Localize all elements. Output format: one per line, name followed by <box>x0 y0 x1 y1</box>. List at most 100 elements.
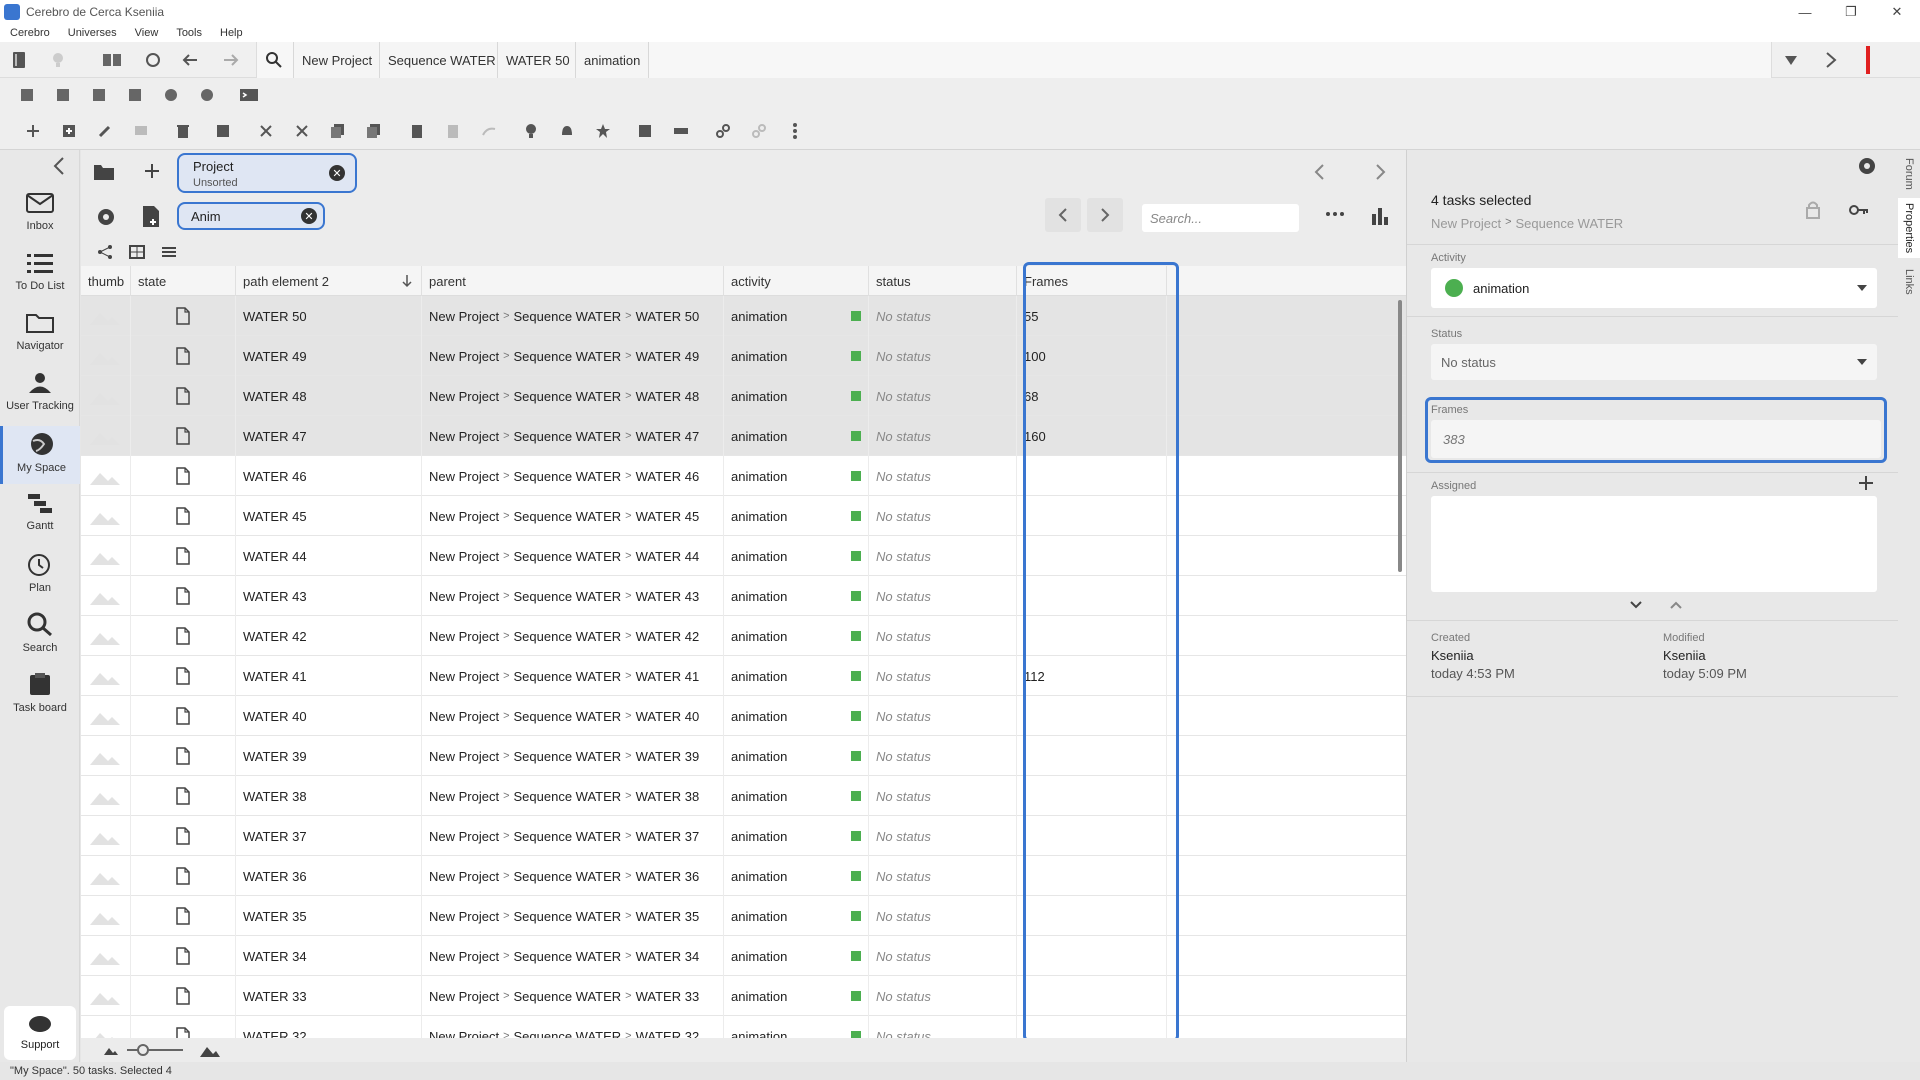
parent-sequence[interactable]: Sequence WATER <box>514 509 622 524</box>
parent-shot[interactable]: WATER 50 <box>636 309 700 324</box>
name-cell[interactable]: WATER 50 <box>236 296 422 336</box>
copy-icon[interactable] <box>325 118 351 144</box>
small-thumb-icon[interactable] <box>103 1044 119 1056</box>
table-row[interactable]: WATER 44 New Project > Sequence WATER > WATER… <box>81 536 1406 576</box>
table-row[interactable]: WATER 41 New Project > Sequence WATER > WATER… <box>81 656 1406 696</box>
frames-cell[interactable] <box>1017 456 1167 496</box>
more-vertical-icon[interactable] <box>782 118 808 144</box>
col-state[interactable]: state <box>131 266 236 296</box>
state-cell[interactable] <box>131 656 236 696</box>
next-page-icon[interactable] <box>1373 162 1387 182</box>
nav-plan[interactable]: Plan <box>0 546 80 604</box>
status-cell[interactable]: No status <box>869 496 1017 536</box>
activity-cell[interactable]: animation <box>724 296 869 336</box>
state-cell[interactable] <box>131 576 236 616</box>
table-row[interactable]: WATER 46 New Project > Sequence WATER > WATER… <box>81 456 1406 496</box>
parent-cell[interactable]: New Project > Sequence WATER > WATER 48 <box>422 376 724 416</box>
unlink-icon[interactable] <box>746 118 772 144</box>
idea-icon[interactable] <box>518 118 544 144</box>
star-icon[interactable] <box>590 118 616 144</box>
lightbulb-icon[interactable] <box>45 47 71 73</box>
menu-tools[interactable]: Tools <box>166 27 210 39</box>
parent-sequence[interactable]: Sequence WATER <box>514 1029 622 1039</box>
status-cell[interactable]: No status <box>869 976 1017 1016</box>
breadcrumb-project[interactable]: New Project <box>293 42 381 78</box>
frames-cell[interactable]: 68 <box>1017 376 1167 416</box>
frames-cell[interactable] <box>1017 936 1167 976</box>
parent-cell[interactable]: New Project > Sequence WATER > WATER 43 <box>422 576 724 616</box>
state-cell[interactable] <box>131 456 236 496</box>
back-arrow-icon[interactable] <box>177 47 203 73</box>
duplicate-icon[interactable] <box>632 118 658 144</box>
frames-cell[interactable] <box>1017 856 1167 896</box>
project-filter-chip[interactable]: Project Unsorted ✕ <box>177 153 357 193</box>
parent-project[interactable]: New Project <box>429 869 499 884</box>
add-icon[interactable] <box>20 118 46 144</box>
task-flag-icon[interactable] <box>86 82 112 108</box>
parent-project[interactable]: New Project <box>429 509 499 524</box>
nav-search[interactable]: Search <box>0 606 80 664</box>
frames-cell[interactable]: 100 <box>1017 336 1167 376</box>
database-icon[interactable] <box>210 118 236 144</box>
name-cell[interactable]: WATER 47 <box>236 416 422 456</box>
parent-sequence[interactable]: Sequence WATER <box>514 629 622 644</box>
parent-sequence[interactable]: Sequence WATER <box>514 749 622 764</box>
status-cell[interactable]: No status <box>869 456 1017 496</box>
parent-shot[interactable]: WATER 34 <box>636 949 700 964</box>
collapse-nav-icon[interactable] <box>52 156 66 176</box>
state-cell[interactable] <box>131 616 236 656</box>
cut-icon[interactable] <box>253 118 279 144</box>
support-button[interactable]: Support <box>4 1006 76 1060</box>
table-scrollbar[interactable] <box>1398 300 1402 572</box>
nav-todo[interactable]: To Do List <box>0 246 80 304</box>
breadcrumb-sequence[interactable]: Sequence WATER <box>379 42 504 78</box>
parent-project[interactable]: New Project <box>429 669 499 684</box>
add-filter-icon[interactable] <box>143 162 161 180</box>
parent-shot[interactable]: WATER 39 <box>636 749 700 764</box>
panel-settings-icon[interactable] <box>1857 156 1877 176</box>
next-button[interactable] <box>1087 198 1123 232</box>
parent-project[interactable]: New Project <box>429 389 499 404</box>
key-icon[interactable] <box>1849 204 1869 216</box>
parent-cell[interactable]: New Project > Sequence WATER > WATER 36 <box>422 856 724 896</box>
nav-inbox[interactable]: Inbox <box>0 186 80 244</box>
parent-sequence[interactable]: Sequence WATER <box>514 469 622 484</box>
state-cell[interactable] <box>131 376 236 416</box>
parent-sequence[interactable]: Sequence WATER <box>514 949 622 964</box>
name-cell[interactable]: WATER 41 <box>236 656 422 696</box>
breadcrumb-shot[interactable]: WATER 50 <box>497 42 578 78</box>
parent-cell[interactable]: New Project > Sequence WATER > WATER 39 <box>422 736 724 776</box>
nav-task-board[interactable]: Task board <box>0 666 80 724</box>
parent-sequence[interactable]: Sequence WATER <box>514 429 622 444</box>
activity-cell[interactable]: animation <box>724 656 869 696</box>
parent-project[interactable]: New Project <box>429 349 499 364</box>
activity-cell[interactable]: animation <box>724 336 869 376</box>
status-cell[interactable]: No status <box>869 816 1017 856</box>
expand-down-icon[interactable] <box>1629 600 1643 610</box>
forward-arrow-icon[interactable] <box>218 47 244 73</box>
state-cell[interactable] <box>131 696 236 736</box>
parent-shot[interactable]: WATER 38 <box>636 789 700 804</box>
folder-filter-icon[interactable] <box>93 162 115 182</box>
nav-gantt[interactable]: Gantt <box>0 486 80 544</box>
status-cell[interactable]: No status <box>869 336 1017 376</box>
collapse-up-icon[interactable] <box>1669 600 1683 610</box>
activity-cell[interactable]: animation <box>724 496 869 536</box>
columns-settings-icon[interactable] <box>161 244 177 260</box>
parent-sequence[interactable]: Sequence WATER <box>514 909 622 924</box>
nav-my-space[interactable]: My Space <box>0 426 80 484</box>
status-select[interactable]: No status <box>1431 344 1877 380</box>
status-cell[interactable]: No status <box>869 896 1017 936</box>
parent-shot[interactable]: WATER 36 <box>636 869 700 884</box>
more-horizontal-icon[interactable] <box>1325 210 1345 218</box>
delete-icon[interactable] <box>170 118 196 144</box>
dropdown-triangle-icon[interactable] <box>1778 47 1804 73</box>
parent-shot[interactable]: WATER 44 <box>636 549 700 564</box>
activity-cell[interactable]: animation <box>724 576 869 616</box>
state-cell[interactable] <box>131 896 236 936</box>
name-cell[interactable]: WATER 40 <box>236 696 422 736</box>
state-cell[interactable] <box>131 536 236 576</box>
parent-sequence[interactable]: Sequence WATER <box>514 789 622 804</box>
status-cell[interactable]: No status <box>869 536 1017 576</box>
parent-sequence[interactable]: Sequence WATER <box>514 549 622 564</box>
